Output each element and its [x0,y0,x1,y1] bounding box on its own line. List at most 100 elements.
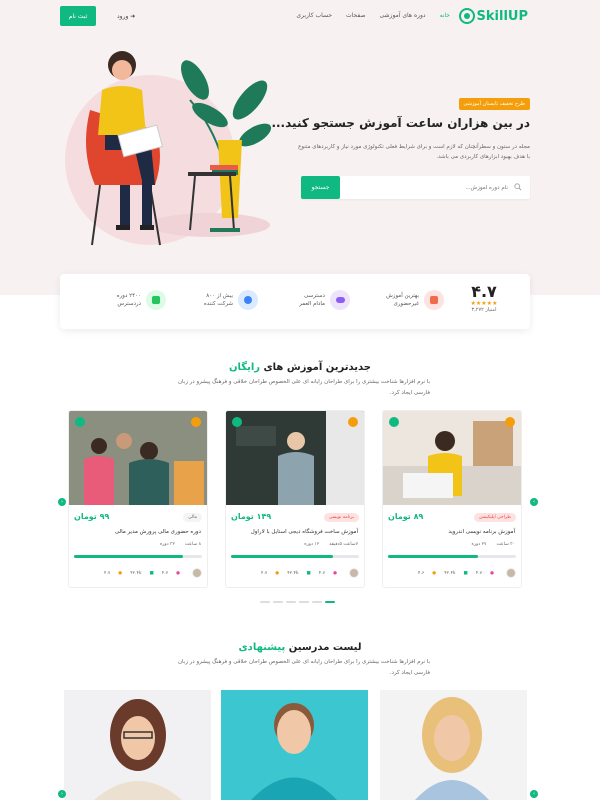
carousel-dot[interactable] [325,601,335,603]
instructors-section-title: لیست مدرسین پیشنهادی [0,642,600,653]
search-input[interactable] [340,176,530,199]
logo-text: SkillUP [476,8,528,24]
course-lessons: ۲۷ دوره [471,542,487,547]
course-meta: ۸ ساعت ۳۲ دوره [160,542,201,547]
carousel-dot[interactable] [286,601,296,603]
course-students: ۴.۷ [318,571,326,576]
students-icon: ● [333,571,337,576]
login-label: ورود [117,13,129,20]
signup-button[interactable]: ثبت نام [60,6,96,26]
instructor-photo[interactable] [64,690,211,800]
logo[interactable]: SkillUP [458,8,528,24]
rating-block: ۴.۷ ★★★★★ امتیاز ۳,۲۷۲ [464,282,504,314]
course-rate: ۴.۶ [418,571,425,576]
progress-fill [388,555,478,558]
site-header: SkillUP خانه دوره های آموزشی صفحات حساب … [0,0,600,34]
star-icon: ● [118,571,123,576]
course-image [383,411,521,505]
instructor-avatar[interactable] [506,568,516,578]
instructors-next-arrow-icon[interactable]: › [530,790,538,798]
nav-item-account[interactable]: حساب کاربری [296,12,332,19]
course-card[interactable]: برنامه نویسی ۱۴۹ تومان آموزش ساخت فروشگا… [225,410,365,588]
title-main: جدیدترین آموزش های [263,362,372,373]
stat-lifetime-access: دسترسی مادام العمر [299,290,350,310]
course-duration: ۳۰ ساعت [496,542,515,547]
carousel-dot[interactable] [299,601,309,603]
course-card[interactable]: مالی ۹۹ تومان دوره حضوری مالی پرورش مدیر… [68,410,208,588]
stat-line: بهترین آموزش [386,293,419,299]
main-nav: خانه دوره های آموزشی صفحات حساب کاربری [296,12,450,19]
play-icon[interactable] [232,417,242,427]
course-meta: ۳۰ ساعت ۲۷ دوره [471,542,515,547]
courses-section-description: با نرم افزارها شناخت بیشتری را برای طراح… [177,379,430,396]
stat-line: ۲۴۰۰ دوره [116,293,141,299]
course-title[interactable]: آموزش ساخت فروشگاه دیجی استایل با لاراول [251,529,358,535]
stat-line: غیرحضوری [393,301,419,307]
stat-participants: بیش از ۸۰۰ شرکت کننده [204,290,258,310]
course-views: ۴۲.۴k [287,571,299,576]
search-button[interactable]: جستجو [301,176,340,199]
book-stack-icon [424,290,444,310]
instructors-section-description: با نرم افزارها شناخت بیشتری را برای طراح… [177,659,430,676]
promo-badge: طرح تخفیف تابستان آموزشی [458,98,530,110]
lock-icon [191,417,201,427]
rating-count: امتیاز ۳,۲۷۲ [471,307,497,313]
star-rating-icon: ★★★★★ [470,300,498,307]
course-title[interactable]: دوره حضوری مالی پرورش مدیر مالی [115,529,201,535]
hero-illustration [65,51,272,246]
instructor-photo[interactable] [221,690,368,800]
lock-icon [348,417,358,427]
users-icon [238,290,258,310]
title-highlight: پیشنهادی [238,642,286,653]
stat-line: بیش از ۸۰۰ [206,293,233,299]
stat-line: شرکت کننده [203,301,233,307]
course-price: ۱۴۹ تومان [231,512,272,521]
course-card[interactable]: طراحی اپلیکیشن ۸۹ تومان آموزش برنامه نوی… [382,410,522,588]
stat-line: دسترسی [304,293,325,299]
course-progress [388,555,516,558]
course-duration: ۸ ساعت [184,542,201,547]
instructor-avatar[interactable] [192,568,202,578]
courses-section-title: جدیدترین آموزش های رایگان [0,362,600,373]
views-icon: ■ [463,571,468,576]
course-duration: ۷ساعت ۵دقیقه [329,542,358,547]
carousel-dot[interactable] [260,601,270,603]
stat-best-course: بهترین آموزش غیرحضوری [386,290,444,310]
logo-icon [458,8,475,24]
students-icon: ● [176,571,180,576]
instructor-photo[interactable] [380,690,527,800]
instructors-prev-arrow-icon[interactable]: ‹ [58,790,66,798]
rating-value: ۴.۷ [471,282,497,301]
stack-icon [146,290,166,310]
course-price: ۹۹ تومان [74,512,110,521]
views-icon: ■ [149,571,154,576]
course-price: ۸۹ تومان [388,512,424,521]
search-icon [514,183,522,191]
progress-fill [231,555,334,558]
course-lessons: ۱۲ دوره [304,542,320,547]
play-icon[interactable] [389,417,399,427]
nav-item-courses[interactable]: دوره های آموزشی [380,12,426,19]
stat-line: دردسترس [117,301,141,307]
nav-item-home[interactable]: خانه [440,12,450,19]
carousel-dots [260,601,335,603]
course-views: ۴۲.۴k [130,571,142,576]
login-icon: ➜ [128,13,136,20]
course-meta: ۷ساعت ۵دقیقه ۱۲ دوره [304,542,358,547]
course-students: ۴.۷ [161,571,169,576]
course-title[interactable]: آموزش برنامه نویسی اندروید [448,529,515,535]
instructor-avatar[interactable] [349,568,359,578]
nav-item-pages[interactable]: صفحات [346,12,365,19]
carousel-dot[interactable] [273,601,283,603]
title-highlight: رایگان [228,362,261,373]
title-main: لیست مدرسین [288,642,362,653]
login-link[interactable]: ➜ ورود [117,13,135,20]
carousel-dot[interactable] [312,601,322,603]
play-icon[interactable] [75,417,85,427]
hero-description: مجله در ستون و سطرآنچنان که لازم است و ب… [298,144,530,160]
course-rate: ۴.۷ [261,571,268,576]
course-progress [231,555,359,558]
carousel-prev-arrow-icon[interactable]: ‹ [58,498,66,506]
course-progress [74,555,202,558]
carousel-next-arrow-icon[interactable]: › [530,498,538,506]
